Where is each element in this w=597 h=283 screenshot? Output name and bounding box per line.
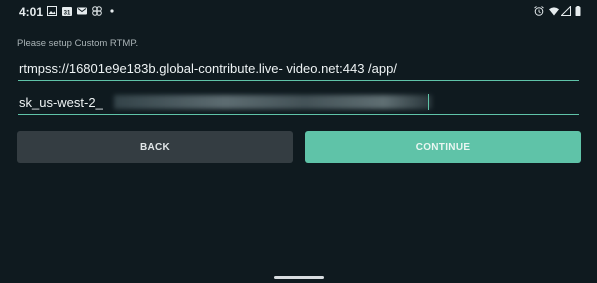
- battery-icon: [575, 6, 581, 16]
- continue-button[interactable]: CONTINUE: [305, 131, 581, 163]
- calendar-icon: 31: [62, 7, 72, 17]
- wifi-icon: [549, 7, 559, 16]
- rtmp-url-value: rtmpss://16801e9e183b.global-contribute.…: [19, 61, 397, 76]
- signal-icon: [561, 6, 571, 16]
- status-bar: 4:01 31: [0, 0, 597, 24]
- home-indicator[interactable]: [274, 276, 324, 279]
- alarm-icon: [534, 6, 544, 16]
- calendar-day: 31: [64, 11, 71, 17]
- status-time: 4:01: [19, 5, 44, 19]
- stream-key-field[interactable]: sk_us-west-2_: [18, 92, 579, 115]
- rtmp-url-field[interactable]: rtmpss://16801e9e183b.global-contribute.…: [18, 58, 579, 81]
- stream-key-value: sk_us-west-2_: [19, 95, 103, 110]
- text-cursor: [428, 94, 429, 110]
- stream-key-redacted: [114, 95, 432, 109]
- setup-prompt: Please setup Custom RTMP.: [17, 38, 139, 49]
- image-icon: [47, 6, 57, 16]
- pinwheel-icon: [92, 6, 102, 16]
- back-button[interactable]: BACK: [17, 131, 293, 163]
- dot-icon: [110, 9, 114, 13]
- gmail-icon: [77, 7, 87, 15]
